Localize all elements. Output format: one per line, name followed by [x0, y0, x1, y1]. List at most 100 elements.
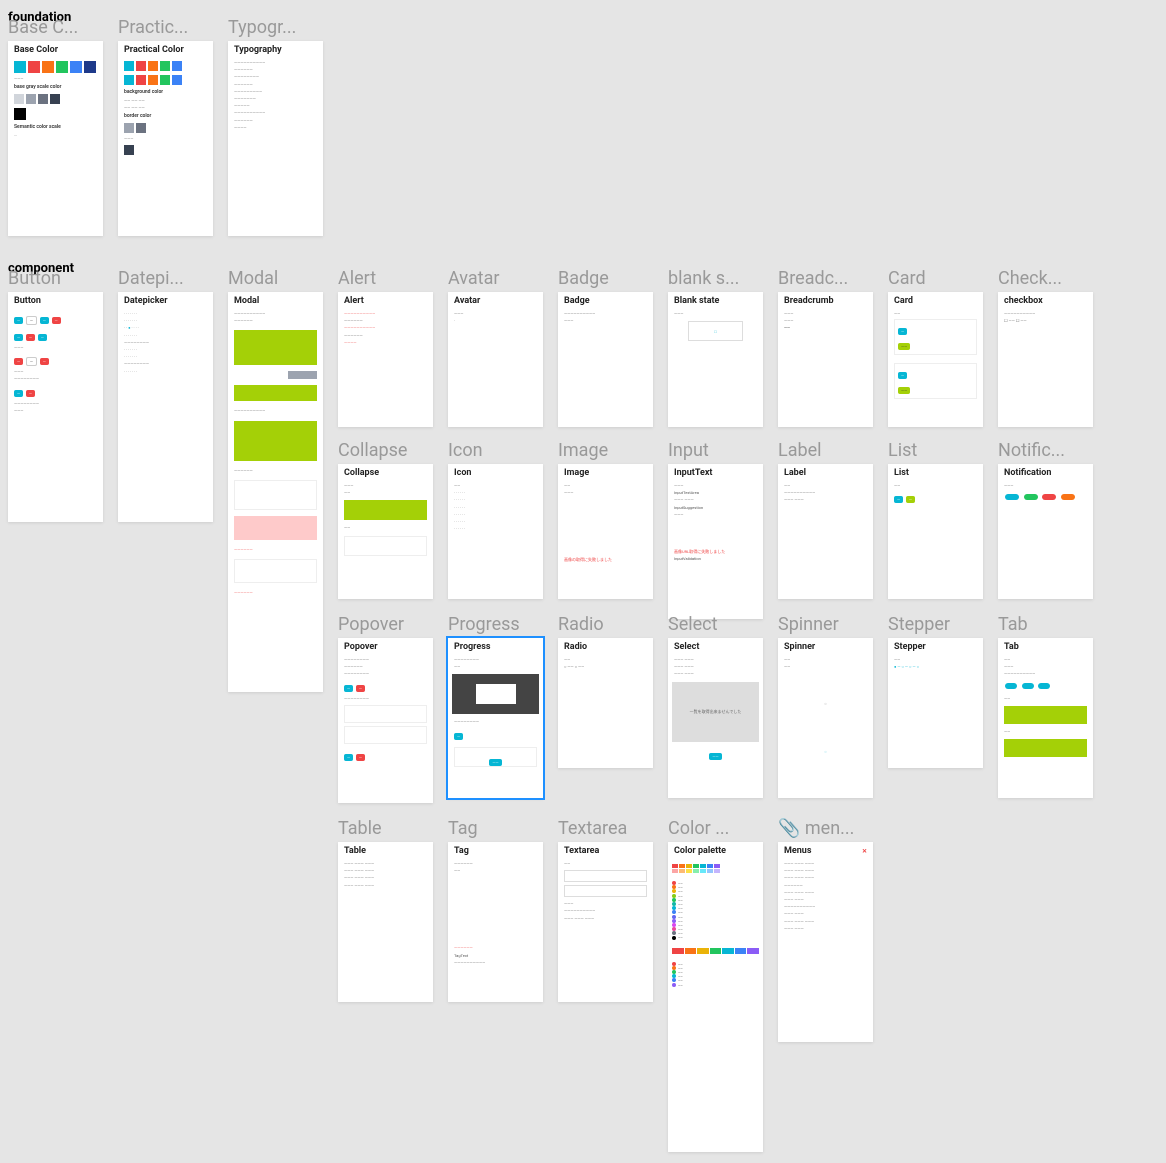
- frame-stepper[interactable]: Stepper —— ● — ○ — ○ — ○: [888, 638, 983, 768]
- frame-checkbox[interactable]: checkbox —————————— ☐ —— ☐ ——: [998, 292, 1093, 427]
- frame-card[interactable]: Card —— — —— — ——: [888, 292, 983, 427]
- r: [672, 864, 759, 868]
- d: [672, 915, 676, 919]
- frame-progress[interactable]: Progress ———————— —— ———————— — ——: [448, 638, 543, 798]
- frame-avatar[interactable]: Avatar ——— ·: [448, 292, 543, 427]
- t: · · · · · ·: [448, 525, 543, 532]
- frame-breadcrumb[interactable]: Breadcrumb ——— ——— ——: [778, 292, 873, 427]
- swatch: [136, 123, 146, 133]
- frame-label[interactable]: Label —— —————————— ——— ———: [778, 464, 873, 599]
- frame-title-checkbox[interactable]: Check...: [998, 268, 1088, 289]
- frame-title-base-color[interactable]: Base C...: [8, 17, 98, 38]
- frame-blank-state[interactable]: Blank state ——— □: [668, 292, 763, 427]
- frame-title-radio[interactable]: Radio: [558, 614, 648, 635]
- modal-white: [234, 480, 317, 510]
- frame-popover[interactable]: Popover ———————— —————— ———————— — — ———…: [338, 638, 433, 803]
- frame-title-popover[interactable]: Popover: [338, 614, 428, 635]
- frame-tab[interactable]: Tab —— ——— —————————— —— ——: [998, 638, 1093, 798]
- frame-alert[interactable]: Alert —————————— —————— —————————— —————…: [338, 292, 433, 427]
- t: ————: [228, 124, 323, 131]
- frame-select[interactable]: Select ——— ——— ——— ——— ——— ——— 一覧を取得出来ませ…: [668, 638, 763, 798]
- frame-title-tab[interactable]: Tab: [998, 614, 1088, 635]
- frame-title-label[interactable]: Label: [778, 440, 868, 461]
- p: [1042, 494, 1056, 500]
- frame-color-palette[interactable]: Color palette —— —— —— —— —— —— —— —— ——…: [668, 842, 763, 1152]
- h: Spinner: [778, 638, 873, 656]
- t: ————————: [448, 718, 543, 725]
- frame-title-icon[interactable]: Icon: [448, 440, 538, 461]
- frame-input[interactable]: InputText ——— InputTextArea ——— ——— Inpu…: [668, 464, 763, 619]
- frame-button[interactable]: Button — — — — — — — ——— — — — ——— —————…: [8, 292, 103, 522]
- btn: —: [52, 317, 61, 324]
- input-error: 画像URL取得に失敗しました: [668, 548, 763, 555]
- frame-title-blank[interactable]: blank s...: [668, 268, 758, 289]
- s: [697, 948, 709, 954]
- frame-title-textarea[interactable]: Textarea: [558, 818, 648, 839]
- t: ————————: [118, 360, 213, 367]
- frame-base-color[interactable]: Base Color ——— base gray scale color Sem…: [8, 41, 103, 236]
- frame-title-list[interactable]: List: [888, 440, 978, 461]
- t: ——————: [228, 546, 323, 553]
- frame-title-practical[interactable]: Practic...: [118, 17, 208, 38]
- frame-title-avatar[interactable]: Avatar: [448, 268, 538, 289]
- swatch-row: [118, 73, 213, 87]
- t: ——: [558, 656, 653, 663]
- frame-title-alert[interactable]: Alert: [338, 268, 428, 289]
- frame-image[interactable]: Image —— ——— 画像の取得に失敗しました: [558, 464, 653, 599]
- frame-title-card[interactable]: Card: [888, 268, 978, 289]
- frame-menus[interactable]: Menus ✕ ——— ——— ——— ——— ——— ——— ——— ——— …: [778, 842, 873, 1042]
- frame-title-typography[interactable]: Typogr...: [228, 17, 318, 38]
- b: —: [454, 733, 463, 740]
- frame-title-notification[interactable]: Notific...: [998, 440, 1088, 461]
- frame-icon[interactable]: Icon —— · · · · · · · · · · · · · · · · …: [448, 464, 543, 599]
- h: Stepper: [888, 638, 983, 656]
- c: [686, 869, 692, 873]
- frame-title-stepper[interactable]: Stepper: [888, 614, 978, 635]
- frame-title-colorpalette[interactable]: Color ...: [668, 818, 758, 839]
- h: Menus: [784, 846, 811, 856]
- frame-title-badge[interactable]: Badge: [558, 268, 648, 289]
- p: [1005, 494, 1019, 500]
- swatch-row-grays: [118, 121, 213, 135]
- frame-title-image[interactable]: Image: [558, 440, 648, 461]
- frame-modal[interactable]: Modal —————————— —————— —————————— —————…: [228, 292, 323, 692]
- frame-title-tag[interactable]: Tag: [448, 818, 538, 839]
- frame-spinner[interactable]: Spinner —— —— ◌ ◌: [778, 638, 873, 798]
- frame-table[interactable]: Table ——— ——— ——— ——— ——— ——— ——— ——— ——…: [338, 842, 433, 1002]
- frame-title-menus[interactable]: 📎 men...: [778, 818, 868, 839]
- label-border: border color: [118, 111, 213, 121]
- label-bg: background color: [118, 87, 213, 97]
- c: [686, 864, 692, 868]
- frame-title-table[interactable]: Table: [338, 818, 428, 839]
- frame-title-breadcrumb[interactable]: Breadc...: [778, 268, 868, 289]
- frame-title-progress[interactable]: Progress: [448, 614, 538, 635]
- frame-typography[interactable]: Typography —————————— —————— ———————— ——…: [228, 41, 323, 236]
- frame-textarea[interactable]: Textarea —— ——— —————————— ——— ——— ———: [558, 842, 653, 1002]
- btn: —: [14, 390, 23, 397]
- h: Tab: [998, 638, 1093, 656]
- frame-list[interactable]: List —— — —: [888, 464, 983, 599]
- t: ———: [558, 489, 653, 496]
- frame-title-datepicker[interactable]: Datepi...: [118, 268, 208, 289]
- t: ——————————: [338, 310, 433, 317]
- t: ——: [998, 695, 1093, 702]
- close-icon[interactable]: ✕: [862, 848, 867, 855]
- frame-title-select[interactable]: Select: [668, 614, 758, 635]
- frame-tag[interactable]: Tag —————— —— —————— TagText ——————————: [448, 842, 543, 1002]
- b: —: [898, 328, 907, 335]
- frame-title-input[interactable]: Input: [668, 440, 758, 461]
- frame-title-modal[interactable]: Modal: [228, 268, 318, 289]
- swatch-navy: [84, 61, 96, 73]
- t: ——— ———: [778, 910, 873, 917]
- frame-practical-color[interactable]: Practical Color background color —— —— —…: [118, 41, 213, 236]
- frame-datepicker[interactable]: Datepicker · · · · · · · · · · · · · · ·…: [118, 292, 213, 522]
- modal-pink: [234, 516, 317, 540]
- frame-badge[interactable]: Badge —————————— ———: [558, 292, 653, 427]
- frame-collapse[interactable]: Collapse ——— —— ——: [338, 464, 433, 599]
- frame-title-collapse[interactable]: Collapse: [338, 440, 428, 461]
- frame-radio[interactable]: Radio —— ○ —— ○ ——: [558, 638, 653, 768]
- frame-title-button[interactable]: Button: [8, 268, 98, 289]
- t: ————: [338, 339, 433, 346]
- frame-notification[interactable]: Notification ———: [998, 464, 1093, 599]
- frame-title-spinner[interactable]: Spinner: [778, 614, 868, 635]
